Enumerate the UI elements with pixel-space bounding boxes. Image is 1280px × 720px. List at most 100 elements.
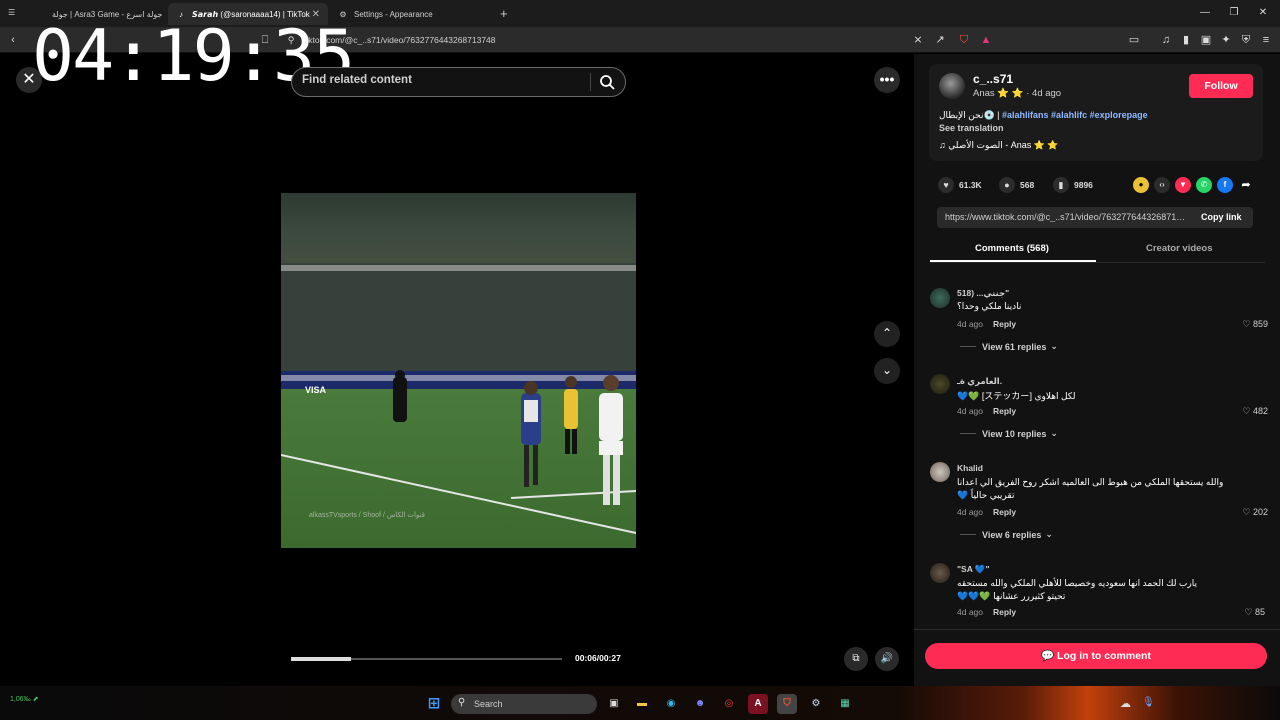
new-tab-button[interactable]: + [500, 6, 508, 21]
taskbar-search[interactable] [451, 694, 597, 714]
coin-share-icon[interactable]: ● [1133, 177, 1149, 193]
edge-icon[interactable]: ◉ [661, 694, 681, 714]
comment-avatar[interactable] [930, 288, 950, 308]
comment-reply-button[interactable]: Reply [993, 406, 1016, 416]
see-translation-link[interactable]: See translation [939, 123, 1004, 133]
video-description: نحن الإبطال💿 | #alahlifans #alahlifc #ex… [939, 110, 1259, 121]
save-stat[interactable]: ▮ 9896 [1053, 177, 1093, 193]
login-to-comment-button[interactable]: 💬 Log in to comment [925, 643, 1267, 669]
comment-avatar[interactable] [930, 462, 950, 482]
music-label: الصوت الأصلي - Anas ⭐ ⭐ [948, 140, 1059, 150]
stock-widget[interactable]: 1,06‰ ⬈ [10, 695, 38, 703]
steam-icon[interactable]: ⚙ [806, 694, 826, 714]
comment-like[interactable]: ♡ 85 [1230, 607, 1265, 618]
tab-creator-videos[interactable]: Creator videos [1146, 243, 1213, 254]
comment-author[interactable]: العامري ةـ. [957, 376, 1002, 387]
view-replies-button[interactable]: View 6 replies ⌄ [960, 529, 1053, 540]
heart-outline-icon: ♡ [1242, 406, 1251, 416]
cloud-icon[interactable]: ☁ [1120, 697, 1131, 710]
media-icon[interactable]: ♫ [1158, 32, 1174, 48]
previous-video-button[interactable]: ⌃ [874, 321, 900, 347]
comment-avatar[interactable] [930, 374, 950, 394]
music-info[interactable]: ♫ الصوت الأصلي - Anas ⭐ ⭐ [939, 140, 1059, 151]
comment-reply-button[interactable]: Reply [993, 507, 1016, 517]
extensions-icon[interactable]: ✦ [1218, 32, 1234, 48]
brave-icon[interactable]: ⛉ [777, 694, 797, 714]
tab-settings[interactable]: ⚙ Settings - Appearance [330, 3, 490, 25]
comment-avatar[interactable] [930, 563, 950, 583]
comment-like[interactable]: ♡ 202 [1230, 507, 1268, 518]
comment-like-count: 859 [1252, 319, 1268, 329]
hashtags[interactable]: #alahlifans #alahlifc #explorepage [1002, 110, 1148, 120]
facebook-icon[interactable]: f [1217, 177, 1233, 193]
creator-avatar[interactable] [939, 73, 965, 99]
brave-shield-icon[interactable]: ⛉ [956, 32, 972, 48]
game-app-icon[interactable]: ▦ [835, 694, 855, 714]
sidebar-icon[interactable]: ▮ [1178, 32, 1194, 48]
view-replies-button[interactable]: View 10 replies ⌄ [960, 428, 1058, 439]
more-options-button[interactable]: ••• [874, 67, 900, 93]
comment-like[interactable]: ♡ 859 [1230, 319, 1268, 330]
brave-rewards-icon[interactable]: ▲ [978, 32, 994, 48]
comment-stat[interactable]: ● 568 [999, 177, 1034, 193]
minimize-icon[interactable]: — [1198, 6, 1212, 20]
comment-like-count: 482 [1252, 406, 1268, 416]
wallet-icon[interactable]: ▣ [1198, 32, 1214, 48]
app-a-icon[interactable]: A [748, 694, 768, 714]
embed-icon[interactable]: ‹› [1154, 177, 1170, 193]
maximize-icon[interactable]: ❐ [1227, 6, 1241, 20]
browser-menu-icon[interactable]: ☰ [8, 8, 15, 17]
microphone-icon[interactable]: 🎙 [1142, 697, 1155, 708]
replies-dash [960, 433, 976, 434]
comment-text: لكل اهلاوي [ステッカー] 💚💙 [957, 391, 1076, 401]
comment-author[interactable]: جنني... (518" [957, 288, 1009, 299]
view-replies-label: View 61 replies [982, 341, 1047, 352]
video-frame[interactable]: VISA alkassTVsports / Shoof / قنوات الكا… [281, 193, 636, 548]
video-time: 00:06/00:27 [575, 653, 621, 663]
save-count: 9896 [1074, 180, 1093, 190]
address-bar[interactable]: tiktok.com/@c_..s71/video/76327764432687… [278, 32, 898, 48]
tab-comments[interactable]: Comments (568) [975, 243, 1049, 254]
vpn-icon[interactable]: ⛨ [1238, 32, 1254, 48]
search-placeholder: Find related content [302, 74, 412, 86]
comment-reply-button[interactable]: Reply [993, 319, 1016, 329]
follow-button[interactable]: Follow [1189, 74, 1253, 98]
send-icon[interactable]: ▼ [1175, 177, 1191, 193]
description-text: نحن الإبطال💿 | [939, 110, 1000, 120]
task-view-icon[interactable]: ▣ [604, 694, 624, 714]
comment-reply-button[interactable]: Reply [993, 607, 1016, 617]
heart-icon: ♥ [938, 177, 954, 193]
comment-author[interactable]: "SA 💙" [957, 564, 990, 575]
view-replies-button[interactable]: View 61 replies ⌄ [960, 341, 1058, 352]
video-progress-fill [291, 657, 351, 661]
comment-like-count: 202 [1252, 507, 1268, 517]
discord-icon[interactable]: ☻ [690, 694, 710, 714]
copy-link-button[interactable]: Copy link [1201, 212, 1242, 222]
share-page-icon[interactable]: ↗ [932, 32, 948, 48]
comment-date: 4d ago [957, 406, 983, 416]
comment-author[interactable]: Khalid [957, 463, 983, 473]
close-viewer-button[interactable]: ✕ [16, 67, 42, 93]
share-arrow-icon[interactable]: ➦ [1238, 177, 1254, 193]
file-explorer-icon[interactable]: ▬ [632, 694, 652, 714]
creator-username[interactable]: c_..s71 [973, 72, 1013, 86]
heart-outline-icon: ♡ [1242, 507, 1251, 517]
chevron-down-icon: ⌄ [881, 363, 893, 377]
volume-button[interactable]: 🔊 [875, 647, 899, 671]
search-icon[interactable] [598, 73, 616, 91]
reader-mode-icon[interactable]: ▭ [1126, 32, 1142, 48]
translate-off-icon[interactable]: ⨯ [910, 32, 926, 48]
close-window-icon[interactable]: ✕ [1256, 6, 1270, 20]
windows-start-icon[interactable]: ⊞ [424, 694, 444, 714]
next-video-button[interactable]: ⌄ [874, 358, 900, 384]
like-stat[interactable]: ♥ 61.3K [938, 177, 982, 193]
back-icon[interactable]: ‹ [5, 32, 21, 48]
like-count: 61.3K [959, 180, 982, 190]
menu-icon[interactable]: ≡ [1258, 32, 1274, 48]
picture-in-picture-button[interactable]: ⧉ [844, 647, 868, 671]
whatsapp-icon[interactable]: ✆ [1196, 177, 1212, 193]
comment-text: والله يستحقها الملكي من هبوط الى العالمي… [957, 477, 1224, 500]
search-icon: ⚲ [458, 697, 466, 708]
chrome-icon[interactable]: ◎ [719, 694, 739, 714]
comment-like[interactable]: ♡ 482 [1230, 406, 1268, 417]
